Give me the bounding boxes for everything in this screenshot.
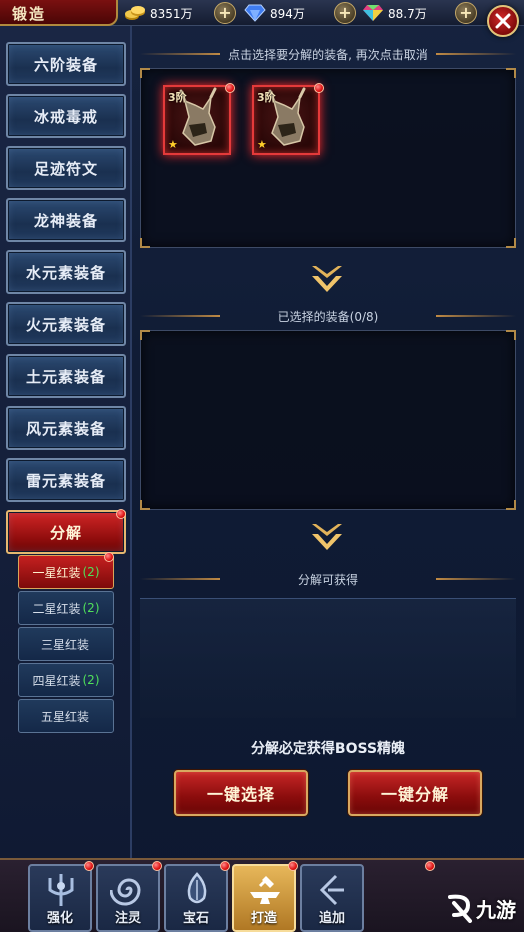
anvil-hammer-icon bbox=[250, 876, 280, 904]
chevron-down-icon bbox=[312, 266, 342, 292]
subitem-four-star-red[interactable]: 四星红装 (2) bbox=[18, 663, 114, 697]
subitem-label: 二星红装 bbox=[32, 601, 81, 616]
one-star-notification-dot bbox=[104, 552, 114, 562]
title-ornament bbox=[140, 53, 220, 55]
sidebar-item-ice-poison-rings[interactable]: 冰戒毒戒 bbox=[6, 94, 126, 138]
nav-tab-enhance[interactable]: 强化 bbox=[28, 864, 92, 932]
diamond-currency: 894万 bbox=[244, 2, 305, 24]
add-diamond-button[interactable]: + bbox=[334, 2, 356, 24]
sidebar-item-tier6-equipment[interactable]: 六阶装备 bbox=[6, 42, 126, 86]
selected-panel bbox=[140, 330, 516, 510]
sidebar-item-thunder-element-equipment[interactable]: 雷元素装备 bbox=[6, 458, 126, 502]
equipment-slot[interactable]: 3阶 ★ bbox=[252, 85, 320, 155]
item-tier: 3阶 bbox=[257, 91, 276, 104]
add-gem-button[interactable]: + bbox=[455, 2, 477, 24]
sidebar-item-decompose[interactable]: 分解 bbox=[6, 510, 126, 554]
watermark-text: 九游 bbox=[476, 897, 516, 922]
title-ornament bbox=[140, 315, 220, 317]
sidebar-item-dragon-god-equipment[interactable]: 龙神装备 bbox=[6, 198, 126, 242]
subitem-label: 四星红装 bbox=[32, 673, 81, 688]
subitem-five-star-red[interactable]: 五星红装 bbox=[18, 699, 114, 733]
swirl-icon bbox=[110, 878, 141, 906]
item-tier: 3阶 bbox=[168, 91, 187, 104]
top-bar: 锻造 8351万 + 894万 + 88.7万 + bbox=[0, 0, 524, 26]
title-ornament bbox=[140, 578, 220, 580]
selected-title: 已选择的装备(0/8) bbox=[277, 309, 379, 324]
star-icon: ★ bbox=[168, 138, 178, 151]
sidebar-item-footprint-runes[interactable]: 足迹符文 bbox=[6, 146, 126, 190]
nav-label: 强化 bbox=[46, 911, 73, 926]
reward-preview-panel bbox=[140, 598, 516, 718]
rune-icon bbox=[319, 874, 344, 906]
nav-label: 注灵 bbox=[114, 911, 141, 926]
subitem-three-star-red[interactable]: 三星红装 bbox=[18, 627, 114, 661]
instruction-text: 点击选择要分解的装备, 再次点击取消 bbox=[228, 47, 428, 62]
decompose-notice: 分解必定获得BOSS精魄 bbox=[250, 741, 406, 757]
nav-tab-infuse[interactable]: 注灵 bbox=[96, 864, 160, 932]
title-ornament bbox=[436, 578, 516, 580]
selected-header: 已选择的装备(0/8) bbox=[140, 306, 516, 326]
nav-notification-dot bbox=[425, 861, 435, 871]
equipment-slot[interactable]: 3阶 ★ bbox=[163, 85, 231, 155]
diamond-icon bbox=[244, 4, 266, 22]
watermark: 九游 bbox=[444, 893, 516, 923]
gem-amount: 88.7万 bbox=[388, 6, 427, 21]
close-button[interactable] bbox=[487, 5, 519, 37]
subitem-label: 三星红装 bbox=[40, 637, 89, 652]
nav-label: 打造 bbox=[250, 911, 277, 926]
subitem-one-star-red[interactable]: 一星红装 (2) bbox=[18, 555, 114, 589]
gold-amount: 8351万 bbox=[150, 6, 193, 21]
gold-coin-icon bbox=[125, 6, 145, 20]
instruction-header: 点击选择要分解的装备, 再次点击取消 bbox=[140, 44, 516, 64]
gem-crystal-icon bbox=[187, 872, 207, 904]
nav-notification-dot bbox=[84, 861, 94, 871]
star-icon: ★ bbox=[257, 138, 267, 151]
trident-emblem-icon bbox=[48, 874, 74, 906]
sidebar-item-water-element-equipment[interactable]: 水元素装备 bbox=[6, 250, 126, 294]
subitem-count: (2) bbox=[82, 601, 100, 615]
obtain-title: 分解可获得 bbox=[297, 572, 358, 587]
subitem-count: (2) bbox=[82, 673, 100, 687]
sidebar-item-wind-element-equipment[interactable]: 风元素装备 bbox=[6, 406, 126, 450]
subitem-count: (2) bbox=[82, 565, 100, 579]
title-ornament bbox=[436, 315, 516, 317]
inventory-panel: 3阶 ★ 3阶 ★ bbox=[140, 68, 516, 248]
nav-tab-append[interactable]: 追加 bbox=[300, 864, 364, 932]
close-icon bbox=[495, 13, 511, 29]
gold-currency: 8351万 bbox=[124, 2, 193, 24]
nav-label: 追加 bbox=[318, 911, 345, 926]
nav-notification-dot bbox=[220, 861, 230, 871]
nav-notification-dot bbox=[152, 861, 162, 871]
add-gold-button[interactable]: + bbox=[214, 2, 236, 24]
select-all-button[interactable]: 一键选择 bbox=[174, 770, 308, 816]
sidebar-item-earth-element-equipment[interactable]: 土元素装备 bbox=[6, 354, 126, 398]
item-notification-dot bbox=[314, 83, 324, 93]
subitem-label: 五星红装 bbox=[40, 709, 89, 724]
gem-currency: 88.7万 bbox=[362, 2, 427, 24]
decompose-notification-dot bbox=[116, 509, 126, 519]
nav-tab-gems[interactable]: 宝石 bbox=[164, 864, 228, 932]
sidebar-item-fire-element-equipment[interactable]: 火元素装备 bbox=[6, 302, 126, 346]
subitem-two-star-red[interactable]: 二星红装 (2) bbox=[18, 591, 114, 625]
chevron-down-icon bbox=[312, 524, 342, 550]
decompose-all-button[interactable]: 一键分解 bbox=[348, 770, 482, 816]
forge-screen: 锻造 8351万 + 894万 + 88.7万 + 六阶装备 冰戒毒戒 足迹符文… bbox=[0, 0, 524, 932]
window-title: 锻造 bbox=[0, 0, 118, 26]
nav-tab-forge[interactable]: 打造 bbox=[232, 864, 296, 932]
nav-notification-dot bbox=[288, 861, 298, 871]
jiuyou-logo-icon bbox=[448, 894, 472, 923]
item-notification-dot bbox=[225, 83, 235, 93]
rainbow-gem-icon bbox=[363, 5, 383, 21]
subitem-label: 一星红装 bbox=[32, 565, 81, 580]
title-ornament bbox=[436, 53, 516, 55]
diamond-amount: 894万 bbox=[270, 6, 305, 21]
obtain-header: 分解可获得 bbox=[140, 569, 516, 589]
nav-label: 宝石 bbox=[182, 911, 209, 926]
